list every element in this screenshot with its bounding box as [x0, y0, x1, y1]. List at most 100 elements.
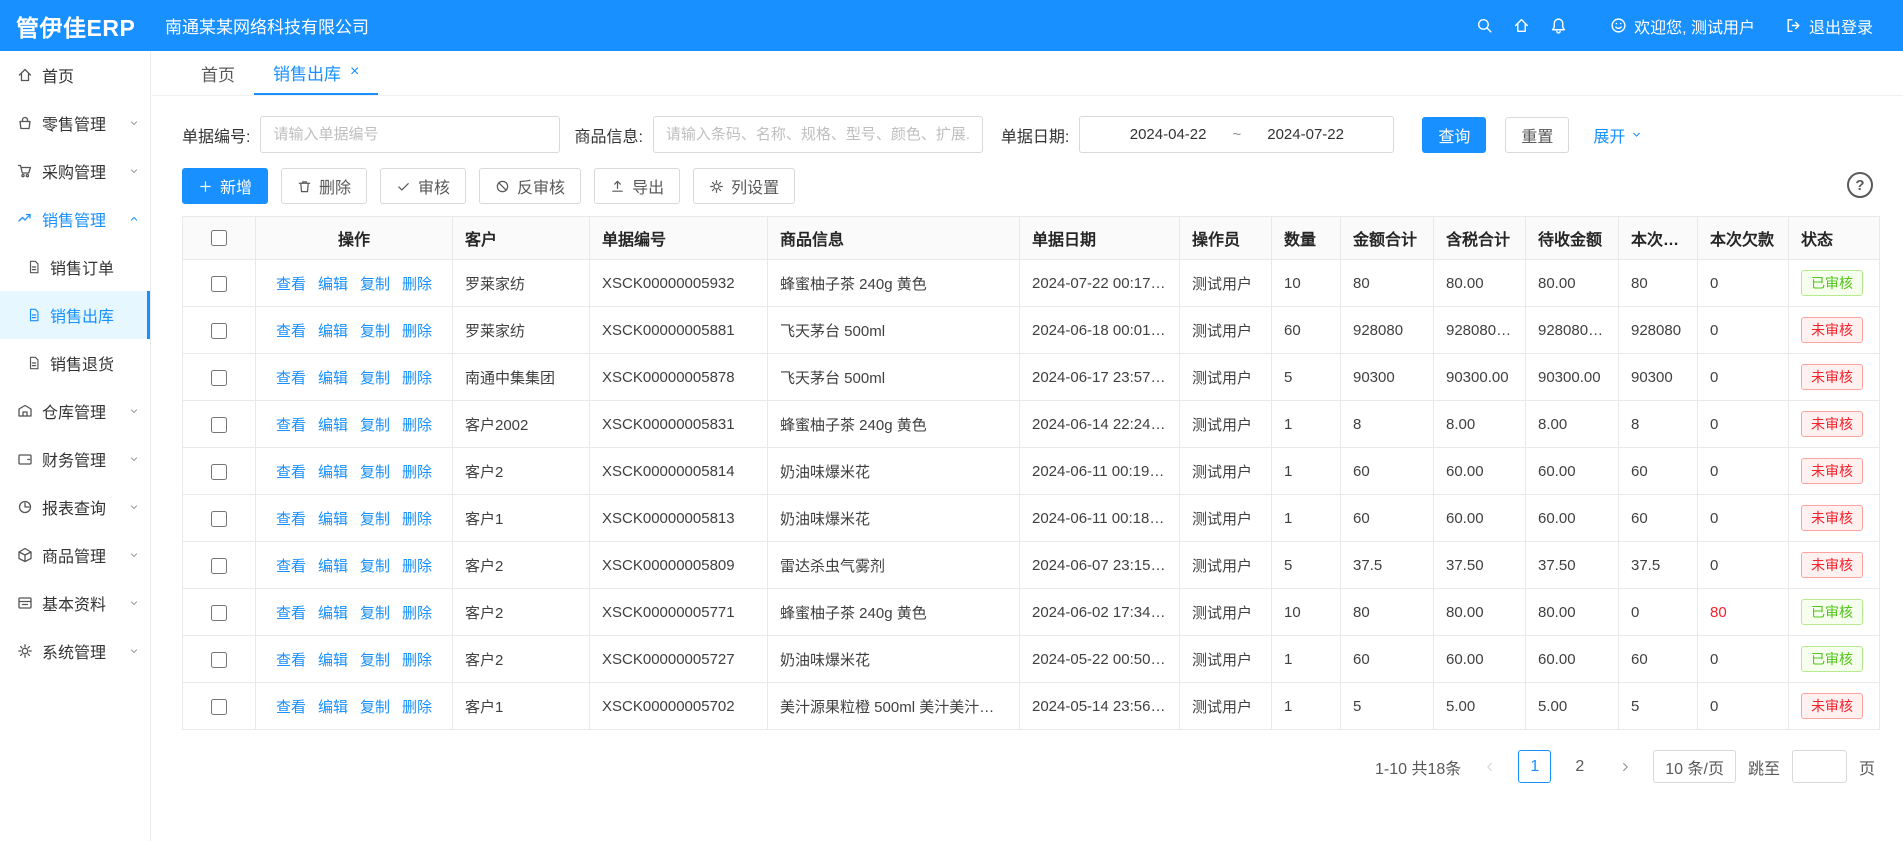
row-action-view[interactable]: 查看 [276, 699, 306, 716]
row-action-copy[interactable]: 复制 [360, 652, 390, 669]
row-action-view[interactable]: 查看 [276, 464, 306, 481]
row-action-delete[interactable]: 删除 [402, 464, 432, 481]
finance-icon [17, 451, 33, 467]
sidebar-item-system[interactable]: 系统管理 [0, 627, 150, 675]
audit-button[interactable]: 审核 [380, 168, 466, 204]
row-action-edit[interactable]: 编辑 [318, 417, 348, 434]
row-action-copy[interactable]: 复制 [360, 511, 390, 528]
expand-link[interactable]: 展开 [1593, 123, 1643, 147]
export-button[interactable]: 导出 [594, 168, 680, 204]
delete-button[interactable]: 删除 [281, 168, 367, 204]
row-action-view[interactable]: 查看 [276, 511, 306, 528]
row-action-edit[interactable]: 编辑 [318, 370, 348, 387]
row-checkbox[interactable] [211, 511, 227, 527]
sidebar-item-goods[interactable]: 商品管理 [0, 531, 150, 579]
header-bell-button[interactable] [1550, 17, 1567, 34]
row-checkbox[interactable] [211, 464, 227, 480]
row-action-edit[interactable]: 编辑 [318, 699, 348, 716]
sidebar-item-retail[interactable]: 零售管理 [0, 99, 150, 147]
prev-page-button[interactable] [1473, 750, 1506, 783]
sidebar-item-sales-outbound[interactable]: 销售出库 [0, 291, 150, 339]
sidebar-item-report[interactable]: 报表查询 [0, 483, 150, 531]
header-home-button[interactable] [1513, 17, 1530, 34]
page-size-select[interactable]: 10 条/页 [1653, 750, 1736, 783]
tab-sales-outbound[interactable]: 销售出库× [254, 51, 378, 95]
product-input[interactable] [653, 116, 983, 153]
row-action-delete[interactable]: 删除 [402, 417, 432, 434]
page-button-1[interactable]: 1 [1518, 750, 1551, 783]
row-action-edit[interactable]: 编辑 [318, 605, 348, 622]
row-action-delete[interactable]: 删除 [402, 276, 432, 293]
sidebar-item-sales-order[interactable]: 销售订单 [0, 243, 150, 291]
welcome-user[interactable]: 欢迎您, 测试用户 [1610, 14, 1755, 38]
col-header-product: 商品信息 [768, 217, 1020, 260]
row-action-delete[interactable]: 删除 [402, 370, 432, 387]
sidebar-item-finance[interactable]: 财务管理 [0, 435, 150, 483]
cell-tax-total: 37.50 [1434, 542, 1526, 589]
product-label: 商品信息: [574, 123, 642, 147]
row-checkbox[interactable] [211, 417, 227, 433]
table-row: 查看编辑复制删除客户2002XSCK00000005831蜂蜜柚子茶 240g … [183, 401, 1880, 448]
reset-button[interactable]: 重置 [1505, 117, 1569, 153]
row-action-delete[interactable]: 删除 [402, 652, 432, 669]
row-checkbox[interactable] [211, 652, 227, 668]
column-setting-button[interactable]: 列设置 [693, 168, 795, 204]
row-checkbox[interactable] [211, 605, 227, 621]
unaudit-button[interactable]: 反审核 [479, 168, 581, 204]
row-action-edit[interactable]: 编辑 [318, 652, 348, 669]
select-all-cell [183, 217, 256, 260]
row-action-view[interactable]: 查看 [276, 370, 306, 387]
sidebar-item-home[interactable]: 首页 [0, 51, 150, 99]
sidebar-item-sales[interactable]: 销售管理 [0, 195, 150, 243]
select-all-checkbox[interactable] [211, 230, 227, 246]
search-button[interactable]: 查询 [1422, 117, 1486, 153]
row-action-view[interactable]: 查看 [276, 417, 306, 434]
tab-home[interactable]: 首页 [182, 51, 254, 95]
row-action-delete[interactable]: 删除 [402, 558, 432, 575]
sidebar-item-purchase[interactable]: 采购管理 [0, 147, 150, 195]
row-checkbox[interactable] [211, 699, 227, 715]
cell-received: 60 [1619, 636, 1698, 683]
row-action-edit[interactable]: 编辑 [318, 511, 348, 528]
row-action-delete[interactable]: 删除 [402, 699, 432, 716]
sidebar-item-sales-return[interactable]: 销售退货 [0, 339, 150, 387]
row-action-view[interactable]: 查看 [276, 558, 306, 575]
row-checkbox[interactable] [211, 558, 227, 574]
row-action-view[interactable]: 查看 [276, 605, 306, 622]
row-action-copy[interactable]: 复制 [360, 558, 390, 575]
header-search-button[interactable] [1476, 17, 1493, 34]
row-action-copy[interactable]: 复制 [360, 699, 390, 716]
row-action-edit[interactable]: 编辑 [318, 558, 348, 575]
help-icon[interactable]: ? [1847, 172, 1873, 198]
row-action-edit[interactable]: 编辑 [318, 323, 348, 340]
sidebar-item-warehouse[interactable]: 仓库管理 [0, 387, 150, 435]
bill-no-input[interactable] [260, 116, 560, 153]
row-action-delete[interactable]: 删除 [402, 605, 432, 622]
row-action-view[interactable]: 查看 [276, 276, 306, 293]
row-action-copy[interactable]: 复制 [360, 605, 390, 622]
sidebar-item-basedata[interactable]: 基本资料 [0, 579, 150, 627]
date-range-picker[interactable]: 2024-04-22 ~ 2024-07-22 [1079, 116, 1394, 153]
row-checkbox[interactable] [211, 276, 227, 292]
row-action-copy[interactable]: 复制 [360, 417, 390, 434]
row-action-edit[interactable]: 编辑 [318, 276, 348, 293]
row-action-view[interactable]: 查看 [276, 323, 306, 340]
add-button[interactable]: 新增 [182, 168, 268, 204]
page-jump-input[interactable] [1792, 750, 1847, 783]
row-action-copy[interactable]: 复制 [360, 323, 390, 340]
row-action-delete[interactable]: 删除 [402, 511, 432, 528]
row-action-copy[interactable]: 复制 [360, 370, 390, 387]
row-action-edit[interactable]: 编辑 [318, 464, 348, 481]
row-action-copy[interactable]: 复制 [360, 276, 390, 293]
page-button-2[interactable]: 2 [1563, 750, 1596, 783]
row-checkbox[interactable] [211, 370, 227, 386]
row-checkbox[interactable] [211, 323, 227, 339]
logout-button[interactable]: 退出登录 [1785, 14, 1873, 38]
tab-close-icon[interactable]: × [350, 64, 359, 80]
next-page-button[interactable] [1608, 750, 1641, 783]
row-action-delete[interactable]: 删除 [402, 323, 432, 340]
row-action-view[interactable]: 查看 [276, 652, 306, 669]
date-to[interactable]: 2024-07-22 [1267, 126, 1344, 143]
date-from[interactable]: 2024-04-22 [1130, 126, 1207, 143]
row-action-copy[interactable]: 复制 [360, 464, 390, 481]
